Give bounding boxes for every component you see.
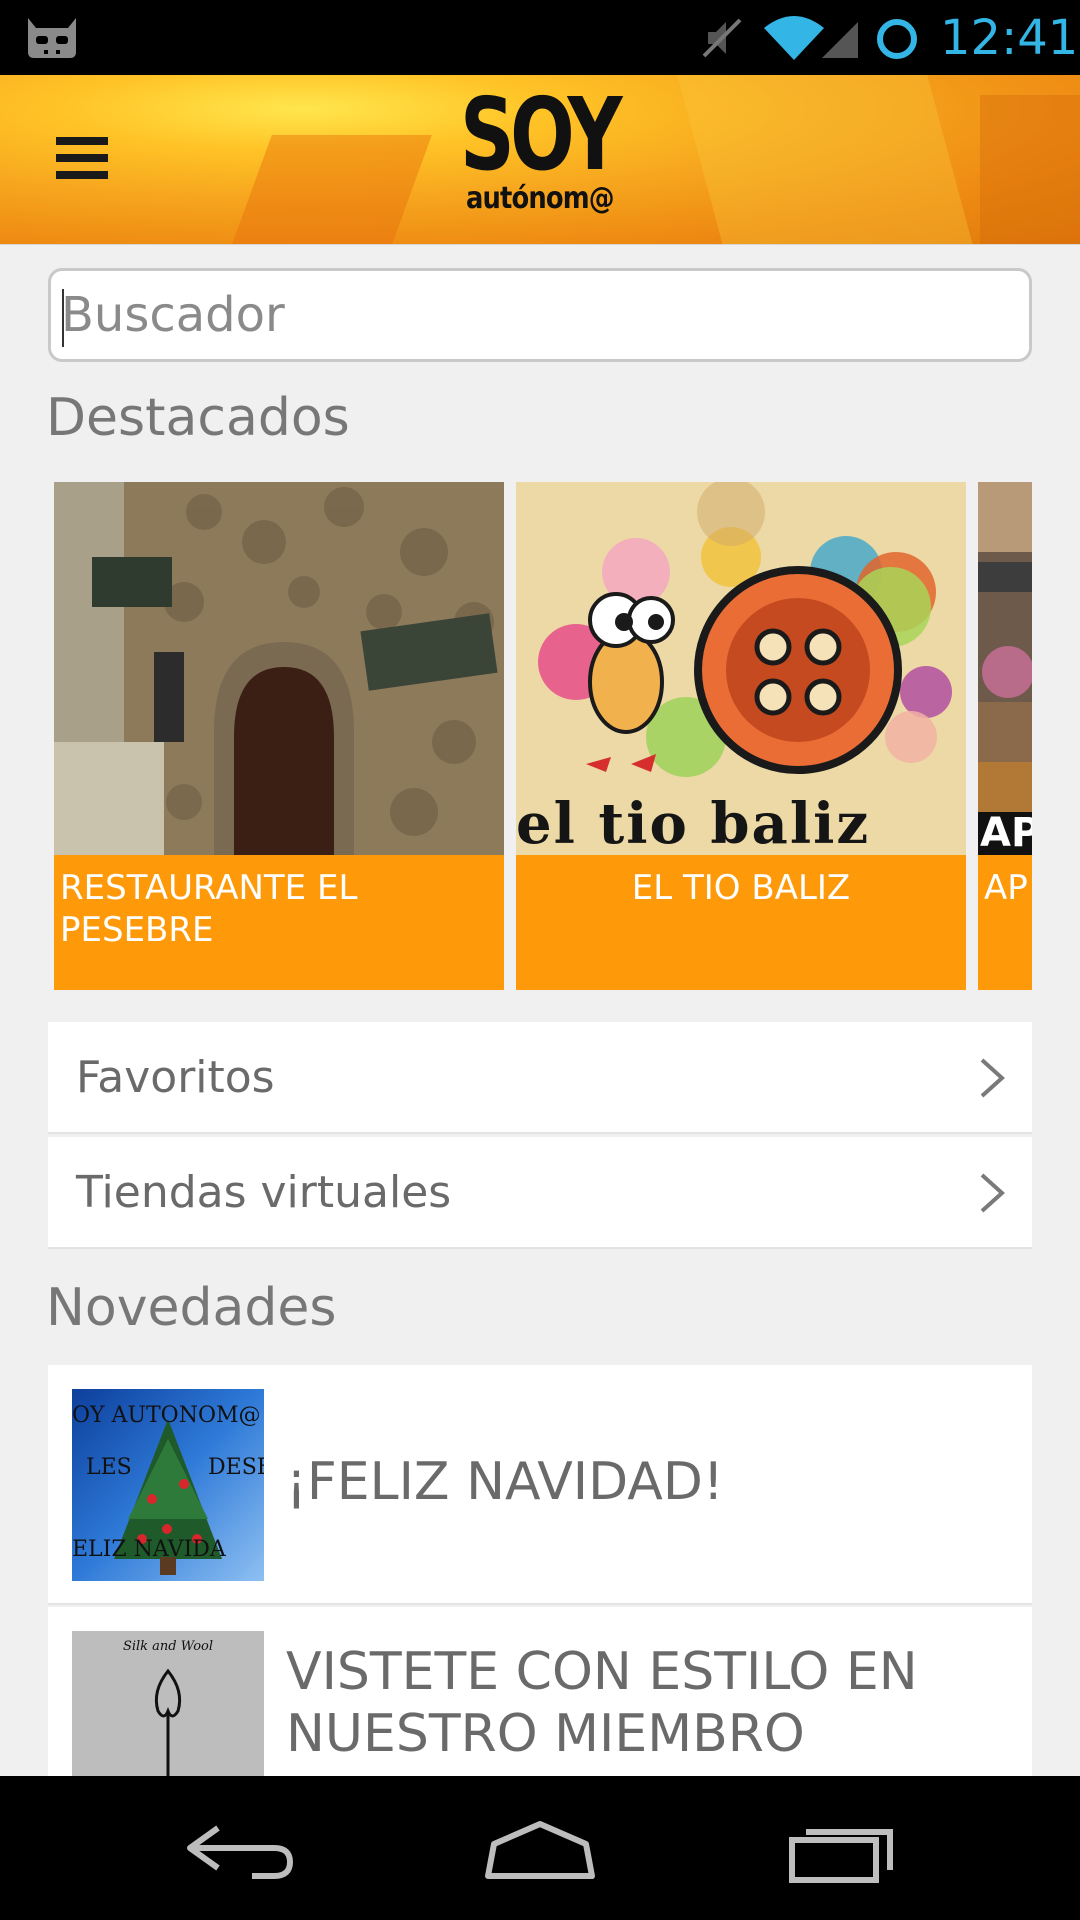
featured-card-tio-baliz[interactable]: el tio baliz EL TIO BALIZ [516, 482, 966, 990]
wifi-icon [764, 16, 824, 60]
news-thumbnail-navidad: OY AUTONOM@ LES DESE ELIZ NAVIDA [72, 1389, 264, 1581]
favoritos-label: Favoritos [76, 1052, 275, 1103]
hamburger-menu-icon[interactable] [56, 133, 108, 183]
cyanogenmod-icon [28, 18, 76, 58]
app-header: SOY autónom@ [0, 75, 1080, 245]
back-icon[interactable] [182, 1816, 302, 1886]
search-box[interactable] [48, 268, 1032, 362]
news-label-navidad: ¡FELIZ NAVIDAD! [286, 1452, 724, 1512]
featured-label-restaurante: RESTAURANTE EL PESEBRE [54, 855, 504, 990]
tiendas-virtuales-row[interactable]: Tiendas virtuales [48, 1137, 1032, 1249]
featured-carousel[interactable]: RESTAURANTE EL PESEBRE el tio baliz EL T… [54, 482, 1032, 990]
featured-label-tio-baliz: EL TIO BALIZ [516, 855, 966, 990]
tiendas-virtuales-label: Tiendas virtuales [76, 1167, 452, 1218]
featured-title: Destacados [46, 388, 350, 448]
text-caret [62, 289, 64, 347]
featured-image-restaurante [54, 482, 504, 855]
thumb-text-3: DESE [208, 1455, 264, 1480]
featured-image-tio-baliz: el tio baliz [516, 482, 966, 855]
featured-card-third[interactable]: APA AP MA [978, 482, 1032, 990]
logo-top-text: SOY [460, 76, 623, 193]
news-title: Novedades [46, 1278, 337, 1338]
mute-icon [702, 18, 742, 58]
signal-icon [822, 22, 858, 58]
chevron-right-icon [980, 1173, 1005, 1213]
recent-apps-icon[interactable] [784, 1816, 904, 1886]
home-icon[interactable] [480, 1816, 600, 1886]
logo-bottom-text: autónom@ [466, 181, 615, 216]
featured-card-restaurante[interactable]: RESTAURANTE EL PESEBRE [54, 482, 504, 990]
third-image-text: APA [980, 810, 1032, 855]
thumb-text-2: LES [86, 1455, 132, 1480]
featured-image-third: APA [978, 482, 1032, 855]
thumb-text-1: OY AUTONOM@ [72, 1403, 261, 1428]
favoritos-row[interactable]: Favoritos [48, 1022, 1032, 1134]
thumb-text-4: ELIZ NAVIDA [72, 1537, 226, 1562]
news-label-vistete: VISTETE CON ESTILO EN NUESTRO MIEMBRO [286, 1642, 918, 1764]
chevron-right-icon [980, 1058, 1005, 1098]
sync-icon [877, 19, 917, 59]
navigation-bar [0, 1776, 1080, 1920]
app-logo[interactable]: SOY autónom@ [460, 76, 630, 227]
news-item-feliz-navidad[interactable]: OY AUTONOM@ LES DESE ELIZ NAVIDA ¡FELIZ … [48, 1365, 1032, 1605]
clock: 12:41 [940, 10, 1079, 66]
status-bar: 12:41 [0, 0, 1080, 75]
tio-baliz-logo-text: el tio baliz [516, 791, 871, 855]
search-input[interactable] [51, 271, 1029, 359]
featured-label-third: AP MA [978, 855, 1032, 990]
